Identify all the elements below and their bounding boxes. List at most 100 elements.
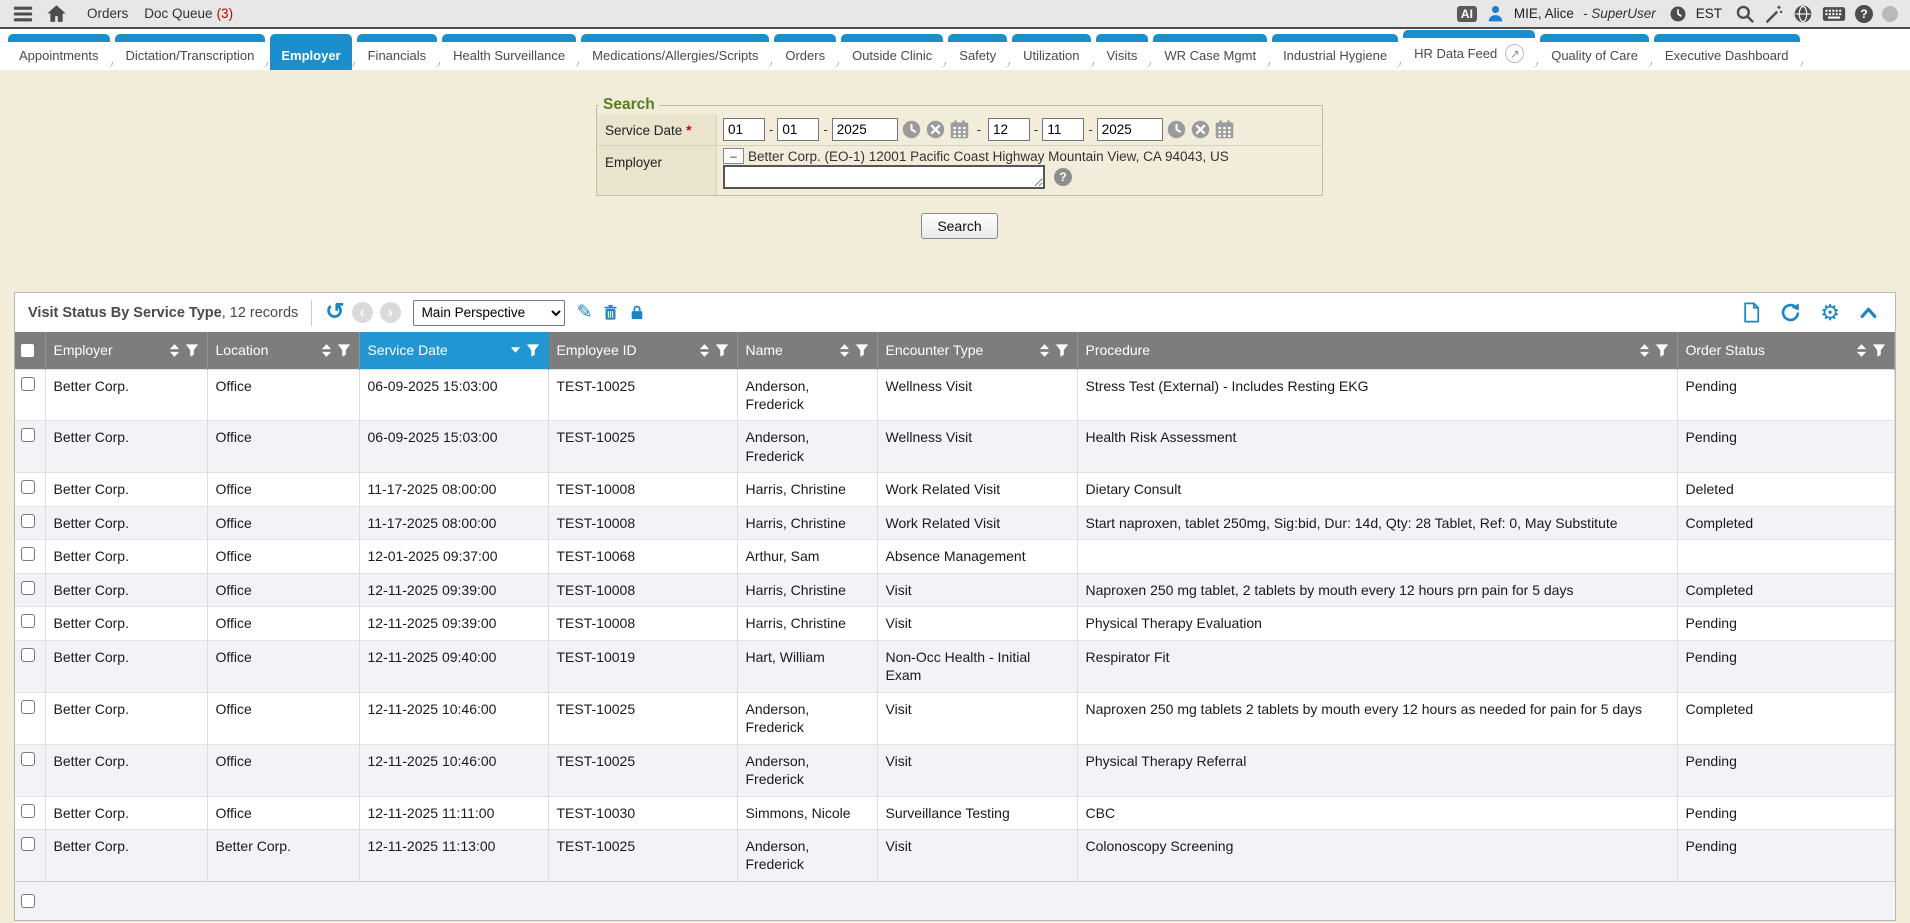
employer-help-icon[interactable]: ? [1054,168,1072,186]
filter-icon[interactable] [337,343,351,358]
clock-icon[interactable] [1669,5,1687,23]
row-checkbox[interactable] [21,804,35,818]
row-checkbox[interactable] [21,428,35,442]
sort-icon[interactable] [1639,343,1650,358]
footer-checkbox[interactable] [21,894,35,908]
time-picker-icon[interactable] [1166,119,1187,140]
sort-icon[interactable] [321,343,332,358]
cell-location: Office [207,369,359,421]
tab-orders[interactable]: Orders [774,34,836,70]
user-name[interactable]: MIE, Alice [1514,6,1574,21]
breadcrumb-doc-queue[interactable]: Doc Queue(3) [144,6,233,21]
select-all-checkbox[interactable] [21,344,34,357]
ai-badge[interactable]: AI [1457,6,1477,22]
tab-safety[interactable]: Safety [948,34,1007,70]
search-icon[interactable] [1735,4,1755,24]
grid-title: Visit Status By Service Type, 12 records [28,305,298,321]
table-row: Better Corp.Office12-11-2025 10:46:00TES… [15,692,1895,744]
date-from-year-input[interactable] [832,118,898,141]
edit-perspective-icon[interactable]: ✎ [577,301,593,324]
next-page-button[interactable]: › [380,302,401,323]
remove-employer-button[interactable]: – [723,148,744,164]
home-icon[interactable] [46,3,67,24]
column-header-encounter-type[interactable]: Encounter Type [877,332,1077,369]
row-checkbox[interactable] [21,752,35,766]
tab-executive-dashboard[interactable]: Executive Dashboard [1654,34,1800,70]
previous-page-button[interactable]: ‹ [352,302,373,323]
help-icon[interactable]: ? [1855,5,1873,23]
perspective-select[interactable]: Main Perspective [413,300,565,326]
tab-employer[interactable]: Employer [270,34,351,70]
globe-phone-icon[interactable] [1793,4,1813,24]
magic-wand-icon[interactable] [1764,4,1784,24]
new-document-icon[interactable] [1742,302,1761,323]
column-header-employee-id[interactable]: Employee ID [548,332,737,369]
sort-icon[interactable] [1039,343,1050,358]
filter-icon[interactable] [1655,343,1669,358]
tab-outside-clinic[interactable]: Outside Clinic [841,34,943,70]
undo-icon[interactable]: ↺ [325,300,344,323]
date-from-day-input[interactable] [777,118,819,141]
clear-date-icon[interactable] [925,119,946,140]
cell-encounter-type: Surveillance Testing [877,796,1077,829]
tab-visits[interactable]: Visits [1096,34,1149,70]
filter-icon[interactable] [1055,343,1069,358]
column-header-service-date[interactable]: Service Date [359,332,548,369]
tab-quality-of-care[interactable]: Quality of Care [1540,34,1649,70]
filter-icon[interactable] [715,343,729,358]
row-checkbox[interactable] [21,514,35,528]
tab-health-surveillance[interactable]: Health Surveillance [442,34,576,70]
tab-wr-case-mgmt[interactable]: WR Case Mgmt [1153,34,1267,70]
row-checkbox[interactable] [21,581,35,595]
filter-icon[interactable] [1872,343,1886,358]
sort-icon[interactable] [839,343,850,358]
search-button[interactable]: Search [921,213,997,239]
column-header-location[interactable]: Location [207,332,359,369]
tab-industrial-hygiene[interactable]: Industrial Hygiene [1272,34,1398,70]
sort-desc-icon[interactable] [510,346,521,354]
column-header-employer[interactable]: Employer [45,332,207,369]
external-link-icon[interactable]: ↗ [1505,44,1524,63]
date-to-year-input[interactable] [1097,118,1163,141]
sort-icon[interactable] [699,343,710,358]
keyboard-icon[interactable] [1822,5,1846,23]
tab-financials[interactable]: Financials [357,34,438,70]
employer-search-input[interactable] [723,165,1045,189]
hamburger-menu-icon[interactable] [12,3,34,25]
settings-gear-icon[interactable]: ⚙ [1820,302,1840,324]
row-checkbox[interactable] [21,700,35,714]
delete-perspective-icon[interactable] [602,303,619,322]
user-icon[interactable] [1486,4,1505,23]
column-header-name[interactable]: Name [737,332,877,369]
row-checkbox[interactable] [21,547,35,561]
date-to-day-input[interactable] [1042,118,1084,141]
row-checkbox[interactable] [21,837,35,851]
column-header-order-status[interactable]: Order Status [1677,332,1895,369]
collapse-chevron-up-icon[interactable] [1859,305,1878,320]
tab-medications-allergies-scripts[interactable]: Medications/Allergies/Scripts [581,34,769,70]
refresh-icon[interactable] [1780,302,1801,323]
time-picker-icon[interactable] [901,119,922,140]
tab-utilization[interactable]: Utilization [1012,34,1090,70]
tab-appointments[interactable]: Appointments [8,34,110,70]
sort-icon[interactable] [169,343,180,358]
column-header-procedure[interactable]: Procedure [1077,332,1677,369]
calendar-icon[interactable] [949,119,970,140]
date-to-month-input[interactable] [988,118,1030,141]
row-checkbox[interactable] [21,480,35,494]
filter-icon[interactable] [855,343,869,358]
clear-date-icon[interactable] [1190,119,1211,140]
filter-icon[interactable] [526,343,540,358]
filter-icon[interactable] [185,343,199,358]
row-checkbox[interactable] [21,648,35,662]
row-checkbox[interactable] [21,377,35,391]
required-asterisk: * [686,123,691,138]
tab-dictation-transcription[interactable]: Dictation/Transcription [115,34,266,70]
tab-hr-data-feed[interactable]: HR Data Feed↗ [1403,30,1535,70]
date-from-month-input[interactable] [723,118,765,141]
calendar-icon[interactable] [1214,119,1235,140]
lock-perspective-icon[interactable] [629,303,645,322]
sort-icon[interactable] [1856,343,1867,358]
breadcrumb-orders[interactable]: Orders [87,6,128,21]
row-checkbox[interactable] [21,614,35,628]
